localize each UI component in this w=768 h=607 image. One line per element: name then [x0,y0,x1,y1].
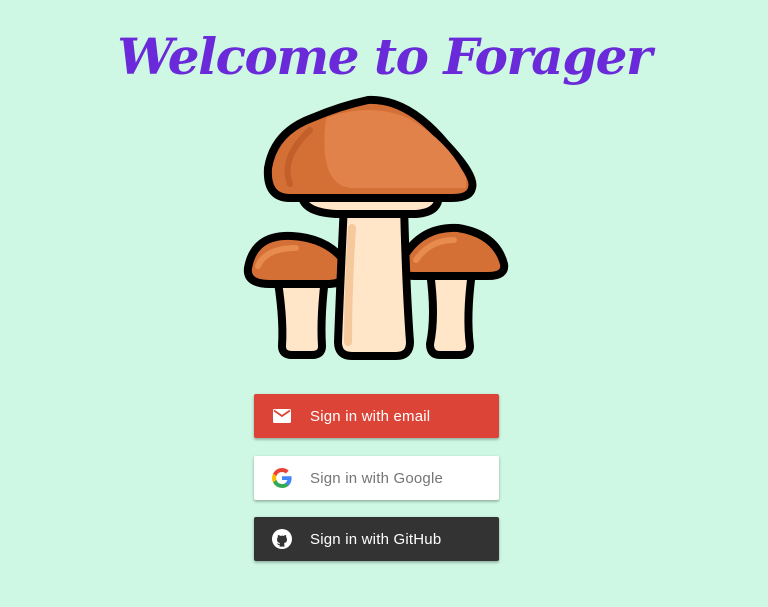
page-title: Welcome to Forager [117,27,652,86]
sign-in-email-button[interactable]: Sign in with email [254,394,499,438]
sign-in-google-label: Sign in with Google [310,469,444,487]
sign-in-email-label: Sign in with email [310,407,431,425]
mail-icon [272,406,292,426]
mushroom-icon [243,95,509,360]
github-icon [272,529,292,549]
small-mushroom-left [243,231,353,359]
sign-in-github-label: Sign in with GitHub [310,530,442,548]
google-icon [272,468,292,488]
sign-in-google-button[interactable]: Sign in with Google [254,456,499,500]
sign-in-github-button[interactable]: Sign in with GitHub [254,517,499,561]
small-mushroom-right [395,223,509,359]
